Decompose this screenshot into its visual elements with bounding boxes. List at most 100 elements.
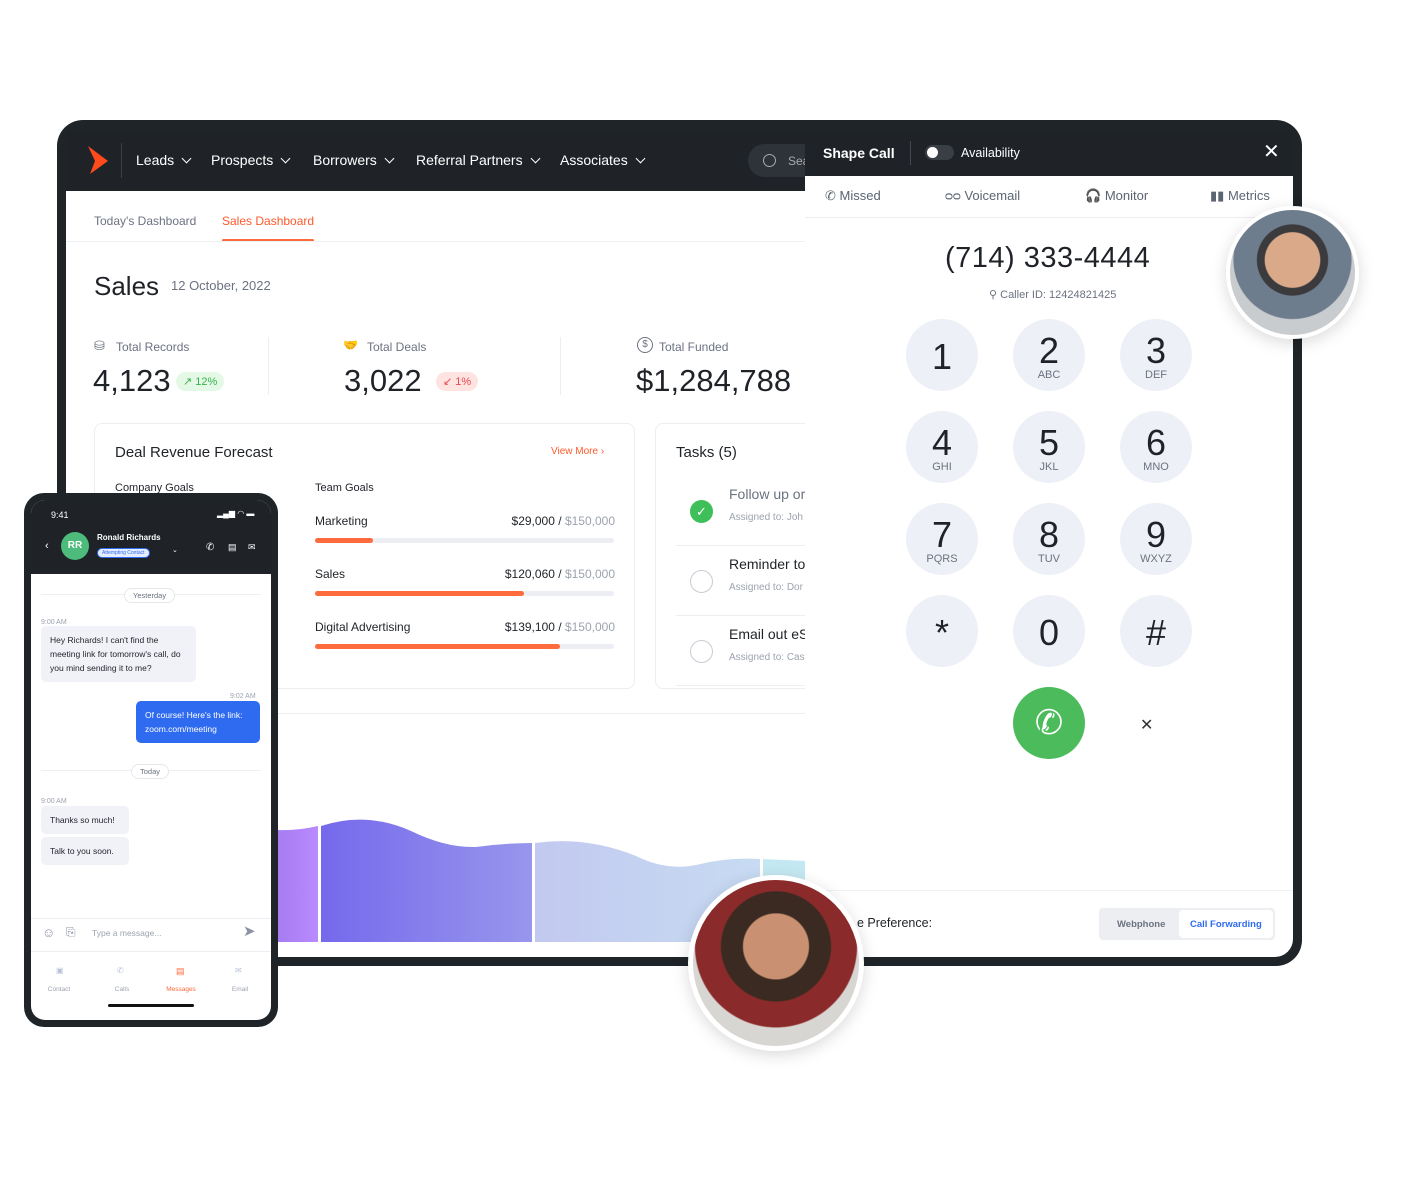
availability-toggle[interactable] [925,145,954,160]
tab-todays-dashboard[interactable]: Today's Dashboard [94,214,196,228]
task-title: Email out eS [729,626,809,642]
nav-email[interactable]: Email [220,986,260,993]
contact-status-badge[interactable]: Attempting Contact [97,548,150,558]
phone-icon: ✆ [1034,704,1064,742]
nav-messages[interactable]: Messages [161,986,201,993]
tab-sales-dashboard[interactable]: Sales Dashboard [222,214,314,228]
nav-calls[interactable]: Calls [102,986,142,993]
dial-key-hash[interactable]: # [1120,595,1192,667]
tab-voicemail[interactable]: ᴑᴑ Voicemail [945,188,1020,203]
email-icon[interactable]: ✉ [248,542,256,553]
key-digit: 2 [1038,330,1060,371]
contact-avatar: RR [61,532,89,560]
tab-monitor[interactable]: 🎧 Monitor [1085,188,1148,204]
dial-key-5[interactable]: 5 JKL [1013,411,1085,483]
goal-progress-fill [315,538,373,543]
dial-key-1[interactable]: 1 [906,319,978,391]
preference-label: e Preference: [857,916,933,930]
preference-toggle: Webphone Call Forwarding [1099,908,1275,940]
call-button[interactable]: ✆ [1013,687,1085,759]
message-time: 9:00 AM [41,798,67,805]
close-icon[interactable]: ✕ [1263,139,1280,164]
calls-icon: ✆ [117,966,124,975]
backspace-icon[interactable]: ✕ [1140,715,1153,735]
availability-label: Availability [961,146,1020,160]
dial-key-9[interactable]: 9 WXYZ [1120,503,1192,575]
stat-change-up: ↗ 12% [176,372,225,391]
outgoing-message: Of course! Here's the link: zoom.com/mee… [136,701,260,743]
nav-prospects[interactable]: Prospects [211,152,289,168]
stat-value: 3,022 [344,363,422,398]
nav-leads[interactable]: Leads [136,152,190,168]
messages-icon: ▤ [176,966,185,976]
key-digit: 0 [1038,612,1060,653]
agent-avatar-woman [688,875,864,1051]
logo-icon [88,146,108,174]
attachment-icon[interactable]: ⎘ [66,925,76,940]
chevron-down-icon[interactable]: ⌄ [172,546,178,554]
tab-metrics[interactable]: ▮▮ Metrics [1210,188,1270,204]
dial-key-4[interactable]: 4 GHI [906,411,978,483]
dial-key-star[interactable]: * [906,595,978,667]
incoming-message: Talk to you soon. [41,837,129,865]
task-title: Reminder to [729,556,806,572]
task-title: Follow up or [729,486,806,502]
view-more-link[interactable]: View More › [551,446,604,457]
emoji-icon[interactable]: ☺ [42,925,55,940]
key-digit: 4 [931,422,953,463]
tab-missed[interactable]: ✆ Missed [825,188,881,204]
key-digit: 6 [1145,422,1167,463]
dial-key-6[interactable]: 6 MNO [1120,411,1192,483]
task-assignee: Assigned to: Joh [729,512,803,523]
headset-icon: 🎧 [1085,188,1102,203]
database-icon: ⛁ [94,338,105,353]
dial-key-0[interactable]: 0 [1013,595,1085,667]
back-icon[interactable]: ‹ [45,540,49,552]
signal-wifi-battery-icon: ▂▄▆ ◠ ▬ [217,509,255,518]
task-checkbox[interactable]: ✓ [690,500,713,523]
shape-call-panel: Shape Call Availability ✕ ✆ Missed ᴑᴑ Vo… [805,130,1293,957]
key-letters: JKL [1039,461,1059,473]
stat-label: Total Funded [659,340,729,354]
stat-label: Total Deals [367,340,427,354]
dial-key-2[interactable]: 2 ABC [1013,319,1085,391]
mobile-header: 9:41 ▂▄▆ ◠ ▬ ‹ RR Ronald Richards Attemp… [31,500,271,574]
card-title: Deal Revenue Forecast [115,444,273,461]
stat-label: Total Records [116,340,190,354]
task-checkbox[interactable] [690,640,713,663]
stat-value: 4,123 [93,363,171,398]
key-digit: 1 [931,336,953,377]
message-input[interactable]: Type a message... [92,928,161,938]
top-nav: Leads Prospects Borrowers Referral Partn… [66,130,828,191]
nav-contact[interactable]: Contact [39,986,79,993]
incoming-message: Hey Richards! I can't find the meeting l… [41,626,196,682]
task-checkbox[interactable] [690,570,713,593]
chart-segment [277,826,318,942]
team-goals-label: Team Goals [315,482,374,494]
nav-associates[interactable]: Associates [560,152,644,168]
goal-progress-bar [315,538,614,543]
sms-icon[interactable]: ▤ [228,542,237,553]
voicemail-icon: ᴑᴑ [945,188,961,203]
nav-borrowers[interactable]: Borrowers [313,152,393,168]
key-digit: 5 [1038,422,1060,463]
send-icon[interactable]: ➤ [243,922,256,940]
mobile-phone: 9:41 ▂▄▆ ◠ ▬ ‹ RR Ronald Richards Attemp… [24,493,278,1027]
dial-key-8[interactable]: 8 TUV [1013,503,1085,575]
bar-chart-icon: ▮▮ [1210,188,1225,203]
key-letters: DEF [1145,369,1167,381]
contact-name: Ronald Richards [97,533,161,542]
agent-avatar-man [1226,206,1359,339]
webphone-option[interactable]: Webphone [1117,919,1165,930]
key-digit: * [934,612,949,653]
dial-key-7[interactable]: 7 PQRS [906,503,978,575]
phone-icon[interactable]: ✆ [206,542,214,553]
dollar-icon: $ [637,337,653,353]
call-forwarding-option[interactable]: Call Forwarding [1190,919,1262,930]
date-divider: Yesterday [124,588,176,603]
key-letters: WXYZ [1140,553,1172,565]
dial-key-3[interactable]: 3 DEF [1120,319,1192,391]
goal-amount: $29,000 / $150,000 [511,514,615,528]
nav-referral-partners[interactable]: Referral Partners [416,152,539,168]
key-letters: PQRS [926,553,958,565]
